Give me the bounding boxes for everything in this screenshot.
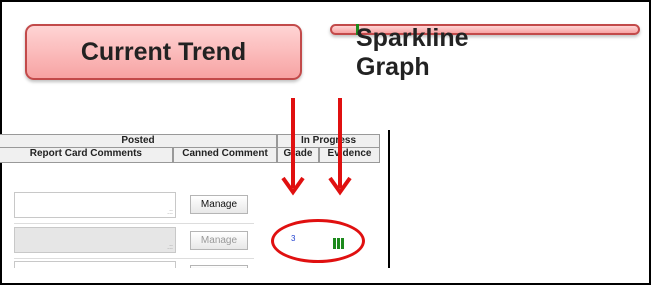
resize-grip-icon[interactable]: .::	[167, 244, 173, 251]
manage-button-disabled[interactable]: Manage	[190, 231, 248, 250]
highlight-ellipse	[271, 219, 365, 263]
evidence-header: Evidence	[319, 148, 380, 163]
current-trend-label: Current Trend	[80, 37, 247, 66]
grade-header: Grade	[277, 148, 319, 163]
row-divider	[14, 223, 254, 224]
manage-button[interactable]: Manage	[190, 195, 248, 214]
report-card-comment-input[interactable]	[14, 261, 176, 268]
in-progress-header: In Progress	[277, 134, 380, 148]
posted-header: Posted	[0, 134, 277, 148]
manage-button[interactable]	[190, 265, 248, 268]
report-card-comment-input[interactable]: .::	[14, 192, 176, 218]
report-card-comments-header: Report Card Comments	[0, 148, 173, 163]
row-divider	[14, 258, 254, 259]
report-card-comment-input[interactable]: .::	[14, 227, 176, 253]
canned-comment-header: Canned Comment	[173, 148, 277, 163]
sparkline-graph-label: Sparkline Graph	[356, 24, 469, 81]
current-trend-callout: Current Trend	[25, 24, 302, 80]
sparkline-graph-callout: Sparkline Graph	[330, 24, 640, 81]
resize-grip-icon[interactable]: .::	[167, 209, 173, 216]
table-right-border	[388, 130, 390, 268]
